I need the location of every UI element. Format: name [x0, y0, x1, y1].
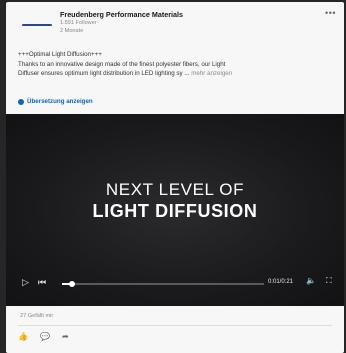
skip-back-icon[interactable]: ⏮ — [38, 277, 46, 288]
translate-button[interactable]: Übersetzung anzeigen — [18, 98, 93, 105]
globe-icon — [18, 98, 24, 105]
divider — [18, 325, 332, 326]
company-name[interactable]: Freudenberg Performance Materials — [60, 10, 183, 19]
fullscreen-icon[interactable]: ⛶ — [326, 276, 332, 286]
post-text: +++Optimal Light Diffusion+++ Thanks to … — [18, 50, 340, 79]
video-progress-bar[interactable] — [62, 281, 264, 287]
post-text-truncated: Diffuser ensures optimum light distribut… — [18, 70, 190, 77]
video-player[interactable]: NEXT LEVEL OF LIGHT DIFFUSION ▷ ⏮ 0:01/0… — [6, 114, 344, 306]
post-text-line: Thanks to an innovative design made of t… — [18, 60, 226, 68]
volume-icon[interactable]: 🔈 — [306, 276, 316, 285]
post-card: Freudenberg Performance Materials 1.591 … — [6, 2, 344, 353]
follower-count: 1.591 Follower — [60, 20, 97, 26]
play-icon[interactable]: ▷ — [22, 277, 29, 288]
like-icon[interactable]: 👍 — [18, 332, 28, 341]
post-text-line: +++Optimal Light Diffusion+++ — [18, 51, 102, 58]
post-text-line: Diffuser ensures optimum light distribut… — [18, 69, 340, 79]
more-options-icon[interactable]: ••• — [325, 8, 336, 18]
company-logo[interactable] — [18, 11, 56, 39]
progress-handle[interactable] — [69, 281, 76, 287]
share-icon[interactable]: ➦ — [62, 332, 69, 341]
video-title-line2: LIGHT DIFFUSION — [92, 201, 258, 221]
translate-label: Übersetzung anzeigen — [27, 98, 93, 105]
video-controls: ▷ ⏮ 0:01/0:21 🔈 ⛶ — [6, 272, 344, 294]
comment-icon[interactable]: 💬 — [40, 332, 50, 341]
logo-mark — [22, 24, 52, 26]
video-timecode: 0:01/0:21 — [268, 279, 294, 285]
post-actions: 👍 💬 ➦ — [18, 332, 69, 341]
post-time: 2 Monate — [60, 28, 84, 34]
like-count[interactable]: 27 Gefällt mir — [20, 313, 53, 319]
post-header: Freudenberg Performance Materials 1.591 … — [6, 2, 344, 44]
see-more-link[interactable]: mehr anzeigen — [191, 70, 232, 77]
video-title-line1: NEXT LEVEL OF — [105, 180, 245, 199]
video-title: NEXT LEVEL OF LIGHT DIFFUSION — [6, 180, 344, 222]
